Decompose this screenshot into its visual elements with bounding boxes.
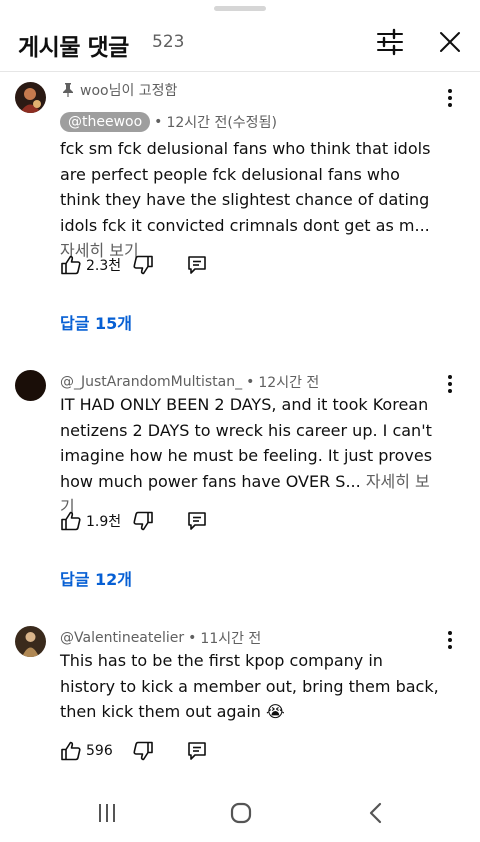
thumbs-down-icon[interactable]: [132, 254, 154, 276]
comment-author[interactable]: @Valentineatelier: [60, 630, 184, 646]
comment-text[interactable]: This has to be the first kpop company in…: [60, 648, 440, 725]
comment-author[interactable]: @_JustArandomMultistan_: [60, 374, 242, 390]
sliders-icon[interactable]: [374, 28, 406, 56]
reply-comment-icon[interactable]: [186, 740, 208, 762]
close-icon[interactable]: [436, 28, 464, 56]
comment-time: 12시간 전(수정됨): [166, 115, 277, 131]
comment-time: 12시간 전: [258, 375, 320, 391]
comment-actions: 2.3천: [60, 254, 208, 276]
comment-meta: @Valentineatelier • 11시간 전: [60, 628, 261, 648]
pinned-indicator: woo님이 고정함: [62, 80, 177, 100]
more-options-icon[interactable]: [440, 372, 460, 396]
more-options-icon[interactable]: [440, 86, 460, 110]
reply-comment-icon[interactable]: [186, 510, 208, 532]
comment-text[interactable]: fck sm fck delusional fans who think tha…: [60, 136, 440, 264]
like-count: 596: [86, 743, 113, 759]
comment-author[interactable]: @theewoo: [60, 112, 151, 132]
avatar[interactable]: [15, 370, 46, 401]
thumbs-down-icon[interactable]: [132, 510, 154, 532]
separator: •: [246, 374, 255, 390]
avatar[interactable]: [15, 82, 46, 113]
separator: •: [188, 630, 197, 646]
thumbs-down-icon[interactable]: [132, 740, 154, 762]
comment-count: 523: [152, 32, 185, 52]
recent-apps-icon[interactable]: [96, 802, 118, 824]
thumbs-up-icon[interactable]: [60, 254, 82, 276]
avatar[interactable]: [15, 626, 46, 657]
system-nav-bar: [0, 784, 480, 842]
comment-text[interactable]: IT HAD ONLY BEEN 2 DAYS, and it took Kor…: [60, 392, 440, 520]
comment-body: fck sm fck delusional fans who think tha…: [60, 139, 431, 235]
reply-comment-icon[interactable]: [186, 254, 208, 276]
thumbs-up-icon[interactable]: [60, 510, 82, 532]
comment-actions: 1.9천: [60, 510, 208, 532]
replies-link[interactable]: 답글 15개: [60, 310, 132, 334]
home-icon[interactable]: [229, 801, 253, 825]
comment-meta: @_JustArandomMultistan_ • 12시간 전: [60, 372, 319, 392]
pinned-label: woo님이 고정함: [80, 83, 178, 99]
comment-meta: @theewoo • 12시간 전(수정됨): [60, 112, 277, 132]
comment-actions: 596: [60, 740, 208, 762]
comments-header: 게시물 댓글 523: [0, 0, 480, 72]
back-icon[interactable]: [368, 801, 384, 825]
more-options-icon[interactable]: [440, 628, 460, 652]
replies-link[interactable]: 답글 12개: [60, 566, 132, 590]
thumbs-up-icon[interactable]: [60, 740, 82, 762]
separator: •: [154, 114, 163, 130]
comment-body: This has to be the first kpop company in…: [60, 651, 439, 721]
like-count: 1.9천: [86, 514, 122, 530]
pin-icon: [63, 83, 73, 97]
comment-time: 11시간 전: [200, 631, 262, 647]
page-title: 게시물 댓글: [18, 35, 129, 61]
like-count: 2.3천: [86, 258, 122, 274]
